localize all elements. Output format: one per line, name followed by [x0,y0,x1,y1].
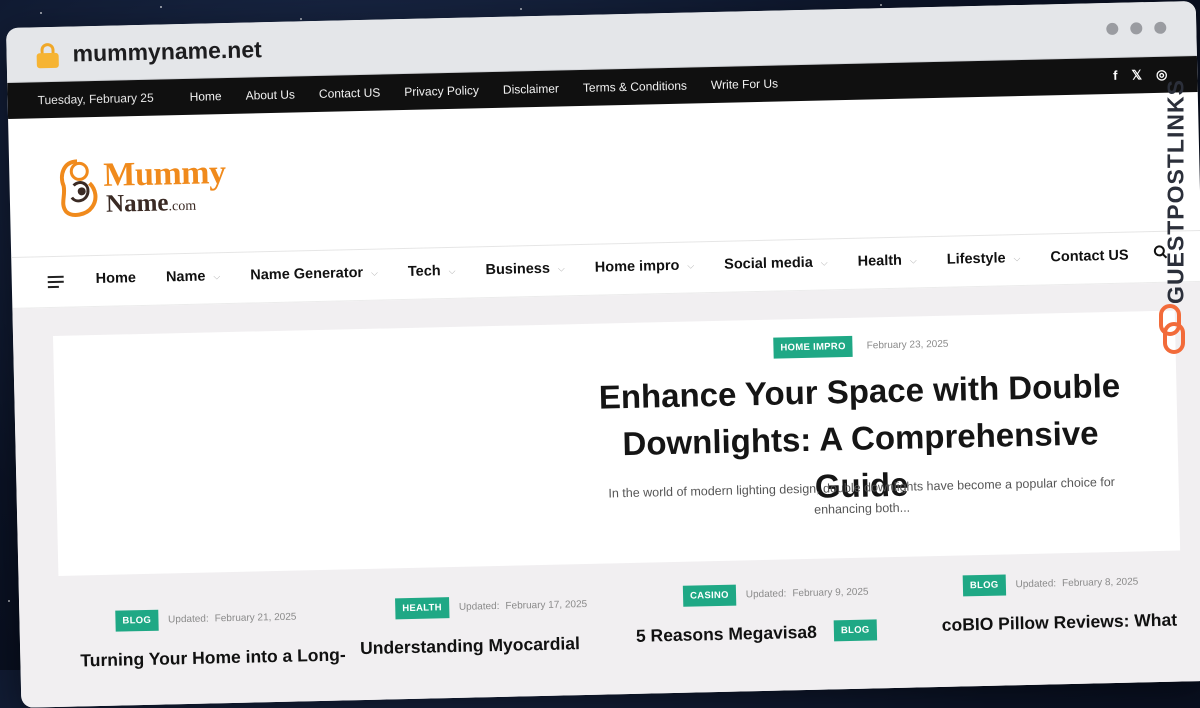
category-badge[interactable]: BLOG [833,619,877,642]
mainnav-item-label: Contact US [1050,247,1129,266]
mainnav-item-home-impro[interactable]: Home impro ⌵ [594,257,695,276]
content-area: HOME IMPRO February 23, 2025 Enhance You… [12,281,1200,708]
post-grid: BLOG Updated: February 21, 2025 Turning Y… [59,574,1183,707]
category-badge[interactable]: BLOG [115,609,159,632]
mainnav-item-business[interactable]: Business ⌵ [485,260,565,278]
mainnav-item-label: Tech [407,263,441,280]
card-title[interactable]: Understanding Myocardial [360,630,620,660]
chevron-down-icon: ⌵ [557,262,565,274]
chevron-down-icon: ⌵ [909,254,917,266]
chain-link-icon [1159,304,1185,354]
window-dot-icon[interactable] [1130,22,1143,35]
x-twitter-icon[interactable]: 𝕏 [1131,67,1142,83]
updated-date: Updated: February 21, 2025 [168,611,297,626]
chevron-down-icon: ⌵ [448,265,456,276]
topnav-home-link[interactable]: Home [189,89,221,104]
card-meta: BLOG Updated: February 21, 2025 [115,606,339,632]
mainnav-item-label: Business [485,260,551,279]
featured-post[interactable]: HOME IMPRO February 23, 2025 Enhance You… [53,310,1181,576]
featured-meta: HOME IMPRO February 23, 2025 [773,334,949,359]
category-badge[interactable]: CASINO [682,584,737,607]
card-title[interactable]: Turning Your Home into a Long- [80,643,346,673]
mainnav-item-label: Name Generator [250,264,364,284]
mainnav-item-label: Social media [724,254,813,273]
mainnav-item-label: Name [165,268,206,286]
guestpostlinks-watermark: GUESTPOSTLINKS [1154,60,1190,360]
chevron-down-icon: ⌵ [1013,252,1021,263]
post-card[interactable]: BLOG Updated: February 21, 2025 Turning Y… [79,606,346,673]
main-menu: Home Name ⌵ Name Generator ⌵ Tech ⌵ Business ⌵ Ho… [96,247,1159,287]
watermark-text: GUESTPOSTLINKS [1162,79,1189,304]
topnav-terms-link[interactable]: Terms & Conditions [583,79,687,95]
window-dot-icon[interactable] [1154,21,1167,34]
chevron-down-icon: ⌵ [370,267,379,278]
top-nav: Home About Us Contact US Privacy Policy … [189,76,778,103]
updated-date: Updated: February 17, 2025 [458,598,588,613]
category-badge[interactable]: HOME IMPRO [773,335,853,359]
current-date: Tuesday, February 25 [37,90,154,108]
card-meta: HEALTH Updated: February 17, 2025 [395,593,619,620]
menu-hamburger-icon[interactable] [47,275,64,291]
site-header: Mummy Name.com [8,91,1200,258]
card-meta: BLOG Updated: February 8, 2025 [962,570,1183,597]
mainnav-item-lifestyle[interactable]: Lifestyle ⌵ [946,250,1021,268]
url-text[interactable]: mummyname.net [72,36,262,67]
browser-window: mummyname.net Tuesday, February 25 Home … [6,1,1200,708]
mainnav-item-label: Lifestyle [946,250,1006,268]
updated-date: Updated: February 9, 2025 [745,586,869,601]
window-dot-icon[interactable] [1106,22,1119,36]
category-badge[interactable]: BLOG [962,574,1006,597]
chevron-down-icon: ⌵ [687,259,695,271]
post-card[interactable]: HEALTH Updated: February 17, 2025 Underst… [359,593,620,660]
lock-icon [36,42,59,69]
topnav-about-link[interactable]: About Us [245,87,295,102]
mainnav-item-contact-us[interactable]: Contact US [1050,248,1128,266]
mainnav-item-home[interactable]: Home [96,270,137,287]
topnav-contact-link[interactable]: Contact US [319,86,381,101]
mainnav-item-tech[interactable]: Tech ⌵ [408,263,456,280]
mainnav-item-label: Home [95,270,137,288]
mainnav-item-label: Health [857,252,903,270]
mainnav-item-social-media[interactable]: Social media ⌵ [724,254,828,273]
topnav-disclaimer-link[interactable]: Disclaimer [503,81,559,96]
card-meta: CASINO Updated: February 9, 2025 [682,581,895,607]
topnav-privacy-link[interactable]: Privacy Policy [404,83,479,99]
topnav-write-link[interactable]: Write For Us [711,76,778,92]
mainnav-item-name-generator[interactable]: Name Generator ⌵ [250,265,378,284]
category-badge[interactable]: HEALTH [395,597,450,620]
post-card[interactable]: CASINO Updated: February 9, 2025 5 Reason… [635,581,896,648]
logo-word-name: Name.com [105,189,197,218]
post-card[interactable]: BLOG Updated: February 8, 2025 coBIO Pill… [923,570,1184,637]
mother-baby-logo-icon [59,159,98,217]
card-title[interactable]: coBIO Pillow Reviews: What [942,607,1184,636]
window-controls [1106,21,1167,36]
mainnav-item-health[interactable]: Health ⌵ [857,252,917,270]
chevron-down-icon: ⌵ [213,270,221,281]
facebook-icon[interactable]: f [1113,68,1118,84]
mainnav-item-label: Home impro [594,257,680,276]
updated-date: Updated: February 8, 2025 [1015,576,1139,591]
mainnav-item-name[interactable]: Name ⌵ [165,268,221,286]
chevron-down-icon: ⌵ [820,256,828,268]
post-date: February 23, 2025 [866,338,949,352]
